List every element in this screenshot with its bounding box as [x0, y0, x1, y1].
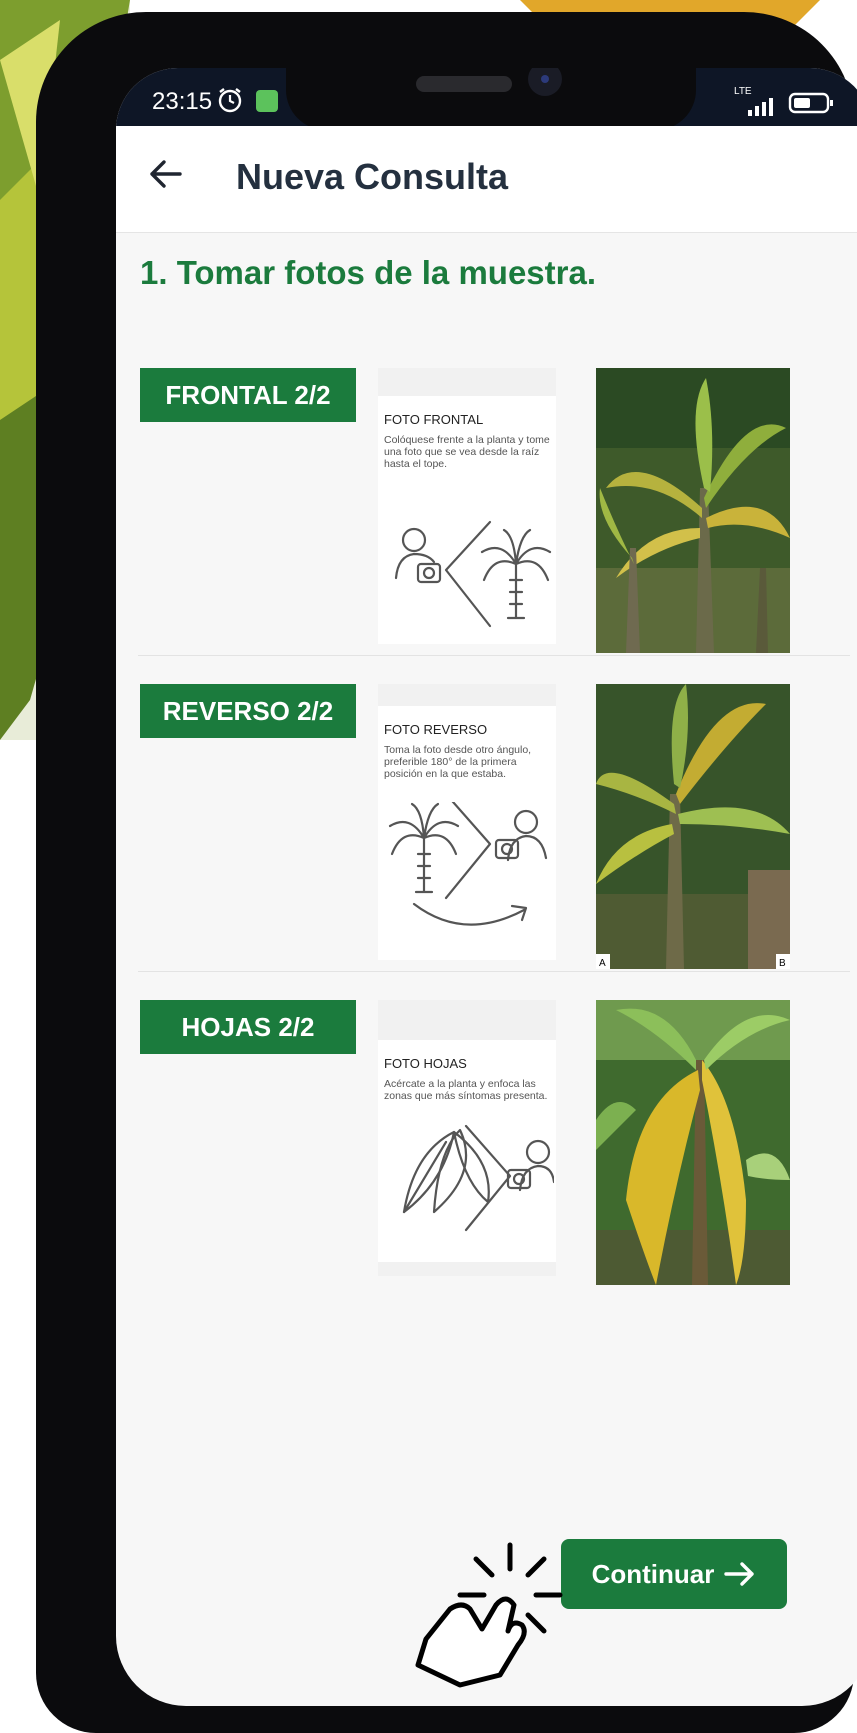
guide-sheet-hojas: FOTO HOJAS Acércate a la planta y enfoca…: [378, 1040, 556, 1262]
guide-text-frontal: Colóquese frente a la planta y tome una …: [384, 434, 550, 470]
arrow-right-icon: [724, 1562, 755, 1586]
reverse-photo-diagram-icon: [388, 802, 548, 926]
screen: 23:15 LTE Nueva Consulta 1. Tomar fotos …: [116, 68, 857, 1706]
photo-label-a: A: [599, 958, 606, 969]
guide-text-reverso: Toma la foto desde otro ángulo, preferib…: [384, 744, 532, 780]
phone-frame: 23:15 LTE Nueva Consulta 1. Tomar fotos …: [36, 12, 857, 1733]
row-divider: [138, 971, 850, 972]
battery-icon: [788, 92, 833, 114]
guide-title-frontal: FOTO FRONTAL: [384, 412, 484, 427]
step-badge-hojas[interactable]: HOJAS 2/2: [140, 1000, 356, 1054]
guide-sheet-reverso: FOTO REVERSO Toma la foto desde otro áng…: [378, 706, 556, 960]
step-badge-reverso[interactable]: REVERSO 2/2: [140, 684, 356, 738]
front-photo-diagram-icon: [394, 520, 552, 628]
status-time: 23:15: [152, 88, 213, 115]
step-badge-frontal[interactable]: FRONTAL 2/2: [140, 368, 356, 422]
sample-photo-hojas[interactable]: [596, 1000, 790, 1285]
tap-hand-icon: [415, 1542, 563, 1688]
sample-photo-frontal[interactable]: [596, 368, 790, 653]
step-row-reverso: REVERSO 2/2 FOTO REVERSO Toma la foto de…: [116, 684, 857, 972]
step-row-hojas: HOJAS 2/2 FOTO HOJAS Acércate a la plant…: [116, 1000, 857, 1288]
section-title: 1. Tomar fotos de la muestra.: [140, 254, 597, 291]
speaker-grille: [416, 76, 512, 92]
app-bar: Nueva Consulta: [116, 126, 857, 233]
camera-notch: [286, 68, 696, 130]
sample-photo-reverso[interactable]: A B: [596, 684, 790, 969]
alarm-icon: [218, 88, 242, 113]
step-row-frontal: FRONTAL 2/2 FOTO FRONTAL Colóquese frent…: [116, 368, 857, 656]
guide-sheet-frontal: FOTO FRONTAL Colóquese frente a la plant…: [378, 396, 556, 644]
page-title: Nueva Consulta: [236, 156, 509, 197]
leaves-photo-diagram-icon: [402, 1124, 554, 1232]
guide-text-hojas: Acércate a la planta y enfoca las zonas …: [384, 1078, 548, 1102]
front-camera: [528, 68, 562, 96]
photo-label-b: B: [779, 958, 786, 969]
signal-icon: [748, 98, 773, 116]
continue-button[interactable]: Continuar: [561, 1539, 787, 1609]
guide-title-reverso: FOTO REVERSO: [384, 722, 488, 737]
whatsapp-icon: [256, 90, 278, 112]
row-divider: [138, 655, 850, 656]
continue-label: Continuar: [591, 1558, 715, 1589]
back-arrow-icon[interactable]: [146, 154, 186, 194]
guide-title-hojas: FOTO HOJAS: [384, 1056, 467, 1071]
